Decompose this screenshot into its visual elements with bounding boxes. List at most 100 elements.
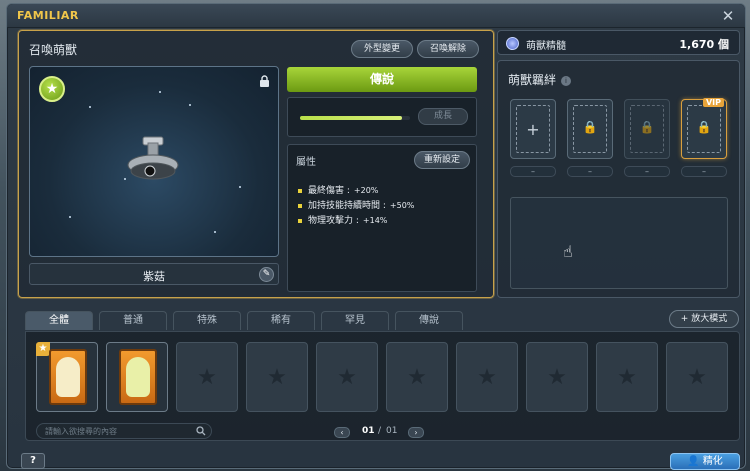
empty-card-slot[interactable]: ★ bbox=[666, 342, 728, 412]
empty-card-slot[interactable]: ★ bbox=[596, 342, 658, 412]
attribute-label: 最終傷害 : bbox=[308, 186, 350, 196]
hand-cursor-icon: ☝ bbox=[563, 242, 573, 261]
attribute-label: 物理攻擊力 : bbox=[308, 216, 359, 226]
essence-icon bbox=[506, 37, 519, 50]
lock-icon: 🔒 bbox=[582, 120, 598, 134]
empty-card-slot[interactable]: ★ bbox=[176, 342, 238, 412]
familiar-sprite bbox=[69, 91, 241, 233]
favorite-star-icon: ★ bbox=[36, 342, 50, 356]
tab-legendary[interactable]: 傳說 bbox=[395, 311, 463, 330]
total-pages: 01 bbox=[386, 426, 398, 436]
tab-common[interactable]: 普通 bbox=[99, 311, 167, 330]
search-box bbox=[36, 423, 212, 439]
familiar-window: FAMILIAR ✕ 召喚萌獸 外型變更 召喚解除 ★ 紫菇 ✎ 傳說 成長 屬… bbox=[6, 3, 746, 470]
tab-epic[interactable]: 罕見 bbox=[321, 311, 389, 330]
bond-effect-area: ☝ bbox=[510, 197, 728, 289]
tab-all[interactable]: 全體 bbox=[25, 311, 93, 330]
empty-card-slot[interactable]: ★ bbox=[526, 342, 588, 412]
familiar-preview: ★ bbox=[29, 66, 279, 257]
bond-slot-label: – bbox=[624, 166, 670, 177]
attribute-value: +14% bbox=[362, 216, 388, 225]
help-button[interactable]: ? bbox=[21, 453, 45, 469]
attributes-title: 屬性 bbox=[296, 157, 316, 168]
familiar-card bbox=[119, 349, 157, 405]
growth-button[interactable]: 成長 bbox=[418, 108, 468, 125]
familiar-collection: ★ ★ ★ ★ ★ ★ ★ ★ ★ ‹ 01 / 01 › bbox=[25, 331, 740, 441]
edit-name-button[interactable]: ✎ bbox=[259, 267, 274, 282]
familiar-name-bar: 紫菇 ✎ bbox=[29, 263, 279, 285]
familiar-card-slot[interactable] bbox=[106, 342, 168, 412]
attribute-label: 加持技能持續時間 : bbox=[308, 201, 386, 211]
tab-rare[interactable]: 稀有 bbox=[247, 311, 315, 330]
search-icon[interactable] bbox=[196, 426, 206, 436]
window-title: FAMILIAR bbox=[17, 9, 79, 22]
bond-slot-label: – bbox=[567, 166, 613, 177]
star-placeholder-icon: ★ bbox=[617, 365, 637, 390]
prev-page-button[interactable]: ‹ bbox=[334, 427, 350, 438]
lock-icon: 🔒 bbox=[639, 120, 655, 134]
title-bar[interactable]: FAMILIAR ✕ bbox=[7, 4, 745, 28]
attribute-value: +50% bbox=[389, 201, 415, 210]
refine-label: 精化 bbox=[702, 456, 723, 467]
empty-card-slot[interactable]: ★ bbox=[386, 342, 448, 412]
bond-slot-locked[interactable]: 🔒 bbox=[624, 99, 670, 159]
bond-slot-label: – bbox=[681, 166, 727, 177]
search-input[interactable] bbox=[45, 425, 190, 437]
bond-title: 萌獸羈絆 i bbox=[508, 71, 572, 88]
familiar-card-slot[interactable]: ★ bbox=[36, 342, 98, 412]
growth-section: 成長 bbox=[287, 97, 477, 137]
essence-count: 1,670 bbox=[679, 38, 715, 51]
attribute-item: 加持技能持續時間 : +50% bbox=[298, 198, 414, 213]
essence-unit: 個 bbox=[718, 38, 729, 51]
attributes-section: 屬性 重新設定 最終傷害 : +20% 加持技能持續時間 : +50% 物理攻擊力 … bbox=[287, 144, 477, 292]
star-placeholder-icon: ★ bbox=[197, 365, 217, 390]
familiar-card bbox=[49, 349, 87, 405]
familiar-name: 紫菇 bbox=[143, 270, 165, 283]
star-placeholder-icon: ★ bbox=[337, 365, 357, 390]
star-placeholder-icon: ★ bbox=[547, 365, 567, 390]
reset-attributes-button[interactable]: 重新設定 bbox=[414, 151, 470, 169]
close-button[interactable]: ✕ bbox=[719, 7, 737, 25]
bond-slot-locked[interactable]: 🔒 bbox=[567, 99, 613, 159]
empty-card-slot[interactable]: ★ bbox=[246, 342, 308, 412]
info-icon[interactable]: i bbox=[561, 75, 572, 86]
summon-panel-title: 召喚萌獸 bbox=[29, 43, 78, 57]
user-icon: 👤 bbox=[687, 456, 700, 467]
release-summon-button[interactable]: 召喚解除 bbox=[417, 40, 479, 58]
pagination: ‹ 01 / 01 › bbox=[334, 426, 434, 441]
summon-panel: 召喚萌獸 外型變更 召喚解除 ★ 紫菇 ✎ 傳說 成長 屬性 重新設定 最終傷害… bbox=[18, 30, 494, 298]
growth-progress-bar bbox=[300, 116, 410, 120]
next-page-button[interactable]: › bbox=[408, 427, 424, 438]
essence-bar: 萌獸精髓 1,670 個 bbox=[497, 30, 740, 55]
page-separator: / bbox=[378, 426, 382, 436]
star-placeholder-icon: ★ bbox=[687, 365, 707, 390]
essence-value: 1,670 個 bbox=[679, 36, 729, 52]
empty-card-slot[interactable]: ★ bbox=[316, 342, 378, 412]
star-placeholder-icon: ★ bbox=[477, 365, 497, 390]
attribute-value: +20% bbox=[353, 186, 379, 195]
essence-label: 萌獸精髓 bbox=[526, 41, 566, 52]
attribute-item: 最終傷害 : +20% bbox=[298, 183, 414, 198]
bond-slot-vip[interactable]: VIP 🔒 bbox=[681, 98, 727, 159]
attribute-item: 物理攻擊力 : +14% bbox=[298, 213, 414, 228]
vip-badge: VIP bbox=[702, 98, 724, 107]
empty-card-slot[interactable]: ★ bbox=[456, 342, 518, 412]
bond-slot-label: – bbox=[510, 166, 556, 177]
lock-icon: 🔒 bbox=[696, 120, 712, 134]
growth-progress-fill bbox=[300, 116, 403, 120]
bond-panel: 萌獸羈絆 i + 🔒 🔒 VIP 🔒 – – – – ☝ bbox=[497, 60, 740, 298]
zoom-mode-button[interactable]: + 放大模式 bbox=[669, 310, 739, 328]
pencil-icon: ✎ bbox=[262, 269, 271, 279]
refine-button[interactable]: 👤 精化 bbox=[670, 453, 740, 470]
current-page: 01 bbox=[362, 426, 375, 436]
attribute-list: 最終傷害 : +20% 加持技能持續時間 : +50% 物理攻擊力 : +14% bbox=[298, 183, 414, 228]
close-icon: ✕ bbox=[721, 7, 735, 25]
star-placeholder-icon: ★ bbox=[267, 365, 287, 390]
appearance-change-button[interactable]: 外型變更 bbox=[351, 40, 413, 58]
bond-title-text: 萌獸羈絆 bbox=[508, 73, 557, 87]
star-placeholder-icon: ★ bbox=[407, 365, 427, 390]
plus-icon: + bbox=[526, 120, 540, 139]
bond-slot-add[interactable]: + bbox=[510, 99, 556, 159]
rank-badge: 傳說 bbox=[287, 67, 477, 92]
tab-special[interactable]: 特殊 bbox=[173, 311, 241, 330]
